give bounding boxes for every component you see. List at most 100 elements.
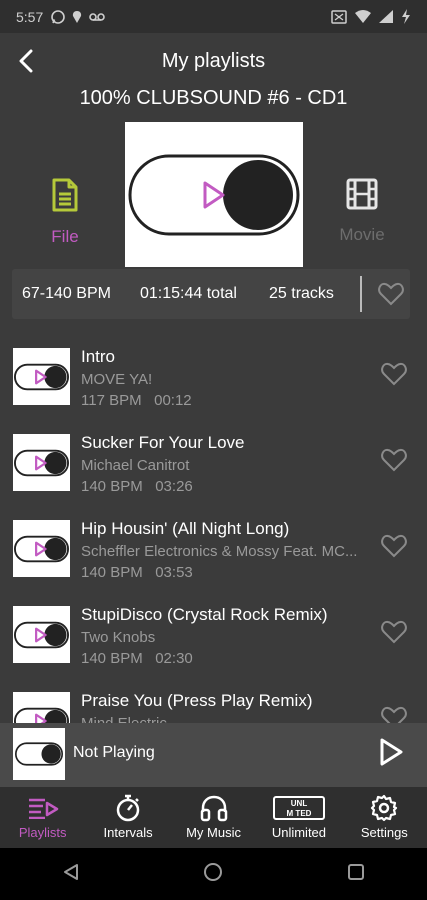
heart-icon	[381, 448, 407, 472]
track-meta: 140 BPM 02:30	[81, 650, 193, 667]
track-favorite-button[interactable]	[381, 448, 407, 477]
wifi-icon	[355, 10, 371, 23]
status-notification-icons	[51, 9, 106, 24]
stats-divider	[360, 276, 362, 312]
tab-label: Settings	[360, 825, 408, 840]
track-meta: 140 BPM 03:53	[81, 564, 193, 581]
track-meta: 117 BPM 00:12	[81, 392, 192, 409]
stat-track-count: 25 tracks	[269, 285, 334, 302]
playlist-name: 100% CLUBSOUND #6 - CD1	[79, 87, 348, 109]
bottom-tab-bar: Playlists Intervals My Music UNL M TED Un…	[0, 787, 427, 848]
tab-label: Playlists	[18, 825, 67, 840]
track-row[interactable]: Praise You (Press Play Remix) Mind Elect…	[0, 679, 427, 723]
playlist-favorite-button[interactable]	[378, 282, 404, 311]
track-artist: Michael Canitrot	[81, 457, 190, 474]
track-row[interactable]: Intro MOVE YA! 117 BPM 00:12	[0, 335, 427, 421]
track-meta: 140 BPM 03:26	[81, 478, 193, 495]
track-thumbnail	[13, 692, 70, 723]
stat-total-duration: 01:15:44 total	[140, 285, 237, 302]
svg-text:M TED: M TED	[286, 809, 311, 818]
track-bpm: 140 BPM	[81, 564, 143, 581]
circle-home-icon	[204, 862, 223, 881]
track-duration: 02:30	[155, 650, 193, 667]
track-thumbnail	[13, 434, 70, 491]
track-artist: MOVE YA!	[81, 371, 153, 388]
page-title: My playlists	[161, 49, 266, 72]
status-time: 5:57	[16, 8, 44, 25]
tab-my-music[interactable]: My Music	[171, 787, 256, 848]
nav-home-button[interactable]	[203, 862, 223, 887]
track-duration: 03:53	[155, 564, 193, 581]
voicemail-icon	[89, 12, 106, 21]
track-list[interactable]: Intro MOVE YA! 117 BPM 00:12 Sucker For …	[0, 335, 427, 723]
nav-recents-button[interactable]	[347, 863, 365, 886]
track-title: Praise You (Press Play Remix)	[81, 691, 313, 710]
tab-settings[interactable]: Settings	[342, 787, 427, 848]
track-artist: Two Knobs	[81, 629, 156, 646]
location-icon	[73, 10, 82, 23]
nav-back-button[interactable]	[62, 863, 80, 886]
track-duration: 03:26	[155, 478, 193, 495]
track-artist: Mind Electric	[81, 715, 361, 723]
toggle-play-logo-icon	[14, 621, 69, 648]
status-bar: 5:57	[0, 0, 427, 33]
toggle-play-logo-icon	[128, 154, 300, 235]
toggle-play-logo-icon	[14, 535, 69, 562]
stat-bpm-range: 67-140 BPM	[22, 285, 111, 302]
mini-player[interactable]: Not Playing	[0, 723, 427, 787]
track-row[interactable]: StupiDisco (Crystal Rock Remix) Two Knob…	[0, 593, 427, 679]
tab-intervals[interactable]: Intervals	[85, 787, 170, 848]
track-favorite-button[interactable]	[381, 620, 407, 649]
square-recents-icon	[348, 863, 365, 880]
heart-icon	[378, 282, 404, 306]
stopwatch-icon	[116, 794, 140, 822]
file-label: File	[51, 227, 79, 246]
whatsapp-icon	[51, 9, 66, 24]
track-favorite-button[interactable]	[381, 362, 407, 391]
track-title: StupiDisco (Crystal Rock Remix)	[81, 605, 328, 624]
heart-icon	[381, 534, 407, 558]
signal-icon	[379, 10, 393, 23]
triangle-back-icon	[63, 863, 78, 880]
player-status: Not Playing	[73, 744, 155, 761]
track-row[interactable]: Hip Housin' (All Night Long) Scheffler E…	[0, 507, 427, 593]
system-navigation-bar	[0, 848, 427, 900]
track-bpm: 140 BPM	[81, 650, 143, 667]
track-title: Hip Housin' (All Night Long)	[81, 519, 290, 538]
tab-label: My Music	[186, 825, 241, 840]
heart-icon	[381, 362, 407, 386]
tab-label: Unlimited	[271, 825, 327, 840]
heart-icon	[381, 620, 407, 644]
headphones-icon	[200, 795, 227, 822]
gear-icon	[371, 794, 398, 822]
app-screen: My playlists 100% CLUBSOUND #6 - CD1 Fil…	[0, 33, 427, 848]
track-duration: 00:12	[154, 392, 192, 409]
toggle-play-logo-icon	[14, 363, 69, 390]
tab-label: Intervals	[103, 825, 153, 840]
track-artist: Scheffler Electronics & Mossy Feat. MC..…	[81, 543, 358, 560]
file-button[interactable]: File	[25, 178, 105, 247]
film-icon	[346, 178, 378, 210]
play-button[interactable]	[378, 737, 404, 772]
toggle-logo-icon	[15, 742, 63, 766]
track-favorite-button[interactable]	[381, 534, 407, 563]
track-thumbnail	[13, 606, 70, 663]
svg-text:UNL: UNL	[291, 799, 308, 808]
track-row[interactable]: Sucker For Your Love Michael Canitrot 14…	[0, 421, 427, 507]
data-saver-icon	[331, 9, 347, 24]
toggle-play-logo-icon	[14, 449, 69, 476]
back-button[interactable]	[12, 47, 40, 75]
movie-label: Movie	[339, 225, 385, 244]
tab-playlists[interactable]: Playlists	[0, 787, 85, 848]
heart-icon	[381, 706, 407, 723]
track-bpm: 117 BPM	[81, 392, 142, 409]
track-title: Sucker For Your Love	[81, 433, 245, 452]
movie-button[interactable]: Movie	[322, 178, 402, 245]
status-system-icons	[331, 9, 411, 24]
playlist-stats: 67-140 BPM 01:15:44 total 25 tracks	[12, 269, 410, 319]
track-favorite-button[interactable]	[381, 706, 407, 723]
playlist-cover	[125, 122, 303, 267]
header: My playlists	[0, 33, 427, 89]
playlist-icon	[28, 798, 58, 819]
tab-unlimited[interactable]: UNL M TED Unlimited	[256, 787, 341, 848]
